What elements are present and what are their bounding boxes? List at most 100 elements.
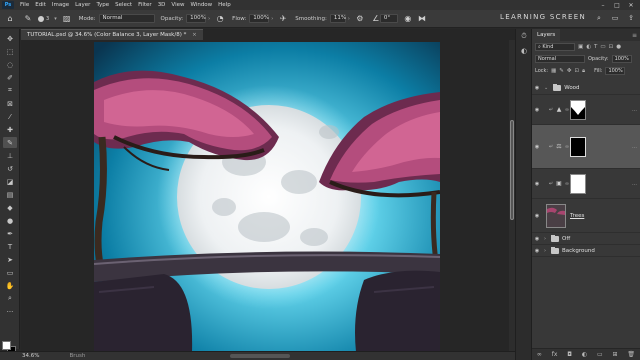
healing-brush-tool-icon[interactable]: ✚ [3,124,17,135]
history-panel-icon[interactable]: ⏱ [516,32,532,44]
menu-select[interactable]: Select [112,2,135,8]
menu-filter[interactable]: Filter [135,2,155,8]
flow-dropdown-icon[interactable]: › [271,16,273,22]
gradient-tool-icon[interactable]: ▤ [3,189,17,200]
path-selection-tool-icon[interactable]: ➤ [3,254,17,265]
eraser-tool-icon[interactable]: ◪ [3,176,17,187]
menu-view[interactable]: View [168,2,187,8]
filter-shape-icon[interactable]: ▭ [600,44,605,50]
move-tool-icon[interactable]: ✥ [3,33,17,44]
smoothing-settings-icon[interactable]: ⚙ [354,13,366,25]
workspace-icon[interactable]: ▭ [610,13,620,23]
layer-mask-thumbnail[interactable] [570,99,586,120]
smoothing-dropdown-icon[interactable]: › [348,16,350,22]
visibility-eye-icon[interactable]: ◉ [532,85,542,91]
filter-smart-icon[interactable]: ⊡ [609,44,614,50]
lasso-tool-icon[interactable]: ◌ [3,59,17,70]
layer-adjustment-color-balance[interactable]: ◉ ↵ ⚖ ∞ … [532,125,640,169]
brush-tool-icon[interactable]: ✎ [3,137,17,148]
filter-toggle-icon[interactable]: ● [616,44,621,50]
layer-mask-thumbnail[interactable] [570,136,586,157]
menu-edit[interactable]: Edit [32,2,49,8]
filter-kind-select[interactable]: ⌕ Kind [535,43,575,51]
menu-window[interactable]: Window [187,2,215,8]
pen-tool-icon[interactable]: ✒ [3,228,17,239]
history-brush-tool-icon[interactable]: ↺ [3,163,17,174]
frame-tool-icon[interactable]: ⊠ [3,98,17,109]
angle-input[interactable]: 0° [379,14,398,23]
new-layer-icon[interactable]: ⊞ [612,351,617,358]
menu-type[interactable]: Type [93,2,112,8]
brush-settings-icon[interactable]: ▨ [61,13,73,25]
more-tools-icon[interactable]: ··· [3,306,17,317]
layer-thumbnail[interactable] [546,203,566,228]
mode-select[interactable]: Normal [98,14,155,23]
eyedropper-tool-icon[interactable]: ⁄ [3,111,17,122]
clone-stamp-tool-icon[interactable]: ⊥ [3,150,17,161]
lock-position-icon[interactable]: ✥ [567,68,572,74]
more-icon[interactable]: … [632,144,637,150]
vertical-scroll-thumb[interactable] [510,120,514,220]
menu-help[interactable]: Help [215,2,234,8]
filter-pixel-icon[interactable]: ▣ [578,44,583,50]
chevron-right-icon[interactable]: › [544,248,546,254]
menu-file[interactable]: File [17,2,32,8]
layer-adjustment-levels[interactable]: ◉ ↵ ▲ ∞ … [532,95,640,125]
panel-menu-icon[interactable]: ≡ [632,32,637,39]
horizontal-scroll-thumb[interactable] [230,354,290,358]
blur-tool-icon[interactable]: ◆ [3,202,17,213]
adjustments-panel-icon[interactable]: ◐ [516,47,532,59]
layer-trees[interactable]: ◉ Trees [532,199,640,233]
layer-group-wood[interactable]: ◉ ⌄ Wood [532,81,640,95]
new-adjustment-icon[interactable]: ◐ [582,351,587,358]
fill-input[interactable]: 100% [605,67,626,75]
lock-pixels-icon[interactable]: ✎ [559,68,564,74]
quick-selection-tool-icon[interactable]: ✐ [3,72,17,83]
close-icon[interactable]: ✕ [624,2,638,9]
menu-3d[interactable]: 3D [155,2,169,8]
layer-opacity-input[interactable]: 100% [611,55,632,63]
opacity-dropdown-icon[interactable]: › [208,16,210,22]
blend-mode-select[interactable]: Normal [535,55,585,63]
delete-layer-icon[interactable]: 🗑︎ [627,351,635,358]
visibility-eye-icon[interactable]: ◉ [532,107,542,113]
zoom-tool-icon[interactable]: ⌕ [3,293,17,304]
add-mask-icon[interactable]: ◘ [567,351,572,358]
document-tab[interactable]: TUTORIAL.psd @ 34.6% (Color Balance 3, L… [21,29,203,40]
layer-style-icon[interactable]: fx [552,351,558,358]
visibility-eye-icon[interactable]: ◉ [532,181,542,187]
layers-panel-title[interactable]: Layers [532,29,561,41]
zoom-level[interactable]: 34.6% [22,353,39,359]
maximize-icon[interactable]: □ [610,2,624,9]
layer-mask-thumbnail[interactable] [570,173,586,194]
link-layers-icon[interactable]: ∞ [537,351,542,358]
layer-group-off[interactable]: ◉ › Off [532,233,640,245]
search-icon[interactable]: ⌕ [594,13,604,23]
brush-tool-preset-icon[interactable]: ✎ [22,13,34,25]
brush-size-picker[interactable]: 3 ▾ [38,15,57,22]
more-icon[interactable]: … [632,181,637,187]
lock-transparency-icon[interactable]: ▦ [551,68,556,74]
visibility-eye-icon[interactable]: ◉ [532,236,542,242]
type-tool-icon[interactable]: T [3,241,17,252]
pressure-size-icon[interactable]: ◉ [402,13,414,25]
new-group-icon[interactable]: ▭ [597,351,603,358]
hand-tool-icon[interactable]: ✋ [3,280,17,291]
visibility-eye-icon[interactable]: ◉ [532,144,542,150]
home-icon[interactable]: ⌂ [4,13,16,25]
layer-adjustment-photo-filter[interactable]: ◉ ↵ ▣ ∞ … [532,169,640,199]
rectangle-tool-icon[interactable]: ▭ [3,267,17,278]
flow-input[interactable]: 100% [249,14,270,23]
airbrush-icon[interactable]: ✈ [277,13,289,25]
pressure-opacity-icon[interactable]: ◔ [214,13,226,25]
dodge-tool-icon[interactable]: ● [3,215,17,226]
filter-type-icon[interactable]: T [594,44,597,50]
menu-image[interactable]: Image [49,2,72,8]
marquee-tool-icon[interactable]: ⬚ [3,46,17,57]
close-tab-icon[interactable]: × [192,32,197,38]
crop-tool-icon[interactable]: ⌗ [3,85,17,96]
share-icon[interactable]: ⇪ [626,13,636,23]
visibility-eye-icon[interactable]: ◉ [532,213,542,219]
smoothing-input[interactable]: 11% [329,14,346,23]
menu-layer[interactable]: Layer [72,2,93,8]
